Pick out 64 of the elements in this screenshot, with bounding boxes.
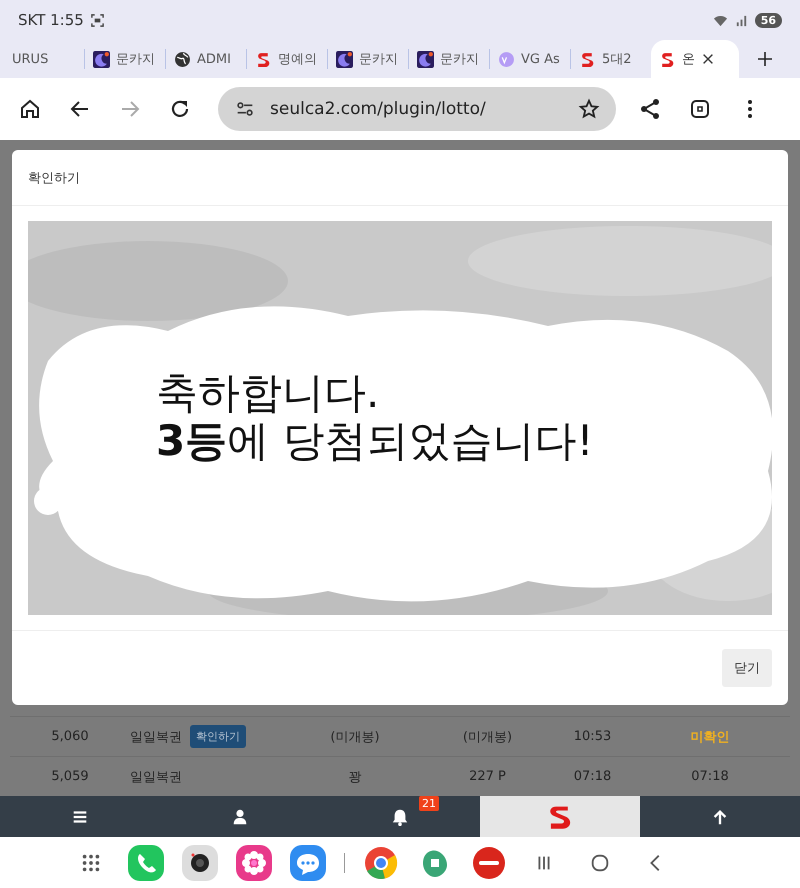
status-text: 미확인 — [690, 728, 730, 746]
vg-logo-icon — [498, 50, 515, 68]
moon-icon — [93, 50, 110, 68]
tab-label: 명예의 — [278, 51, 317, 68]
messages-app-icon[interactable] — [290, 844, 326, 880]
s-logo-icon — [255, 50, 272, 68]
table-cell-text: (미개봉) — [462, 728, 514, 746]
browser-app-icon[interactable] — [363, 844, 399, 880]
globe-icon — [174, 50, 191, 68]
tab-label: 5대2 — [602, 51, 632, 68]
shopping-app-icon[interactable] — [471, 844, 507, 880]
bell-icon — [391, 808, 409, 826]
s-logo-icon — [579, 50, 596, 68]
browser-tab[interactable]: 5대2 — [571, 40, 651, 78]
nav-tab[interactable] — [480, 796, 640, 837]
check-button[interactable]: 확인하기 — [190, 725, 246, 748]
close-icon[interactable] — [701, 52, 715, 66]
browser-tab[interactable]: 문카지 — [328, 40, 408, 78]
browser-tab[interactable]: 문카지 — [85, 40, 165, 78]
close-button[interactable]: 닫기 — [722, 649, 772, 687]
notification-badge: 21 — [419, 796, 439, 810]
table-cell-text: 5,059 — [50, 769, 90, 784]
browser-tab[interactable]: 명예의 — [247, 40, 327, 78]
battery-indicator: 56 — [754, 12, 782, 28]
table-cell-text: 일일복권 — [130, 728, 182, 746]
tab-label: 온 — [682, 51, 695, 68]
browser-tab[interactable]: ADMI — [166, 40, 246, 78]
address-bar[interactable]: seulca2.com/plugin/lotto/ — [218, 87, 616, 131]
table-cell-text: 10:53 — [572, 729, 612, 744]
gallery-app-icon[interactable] — [236, 844, 272, 880]
tab-label: 문카지 — [440, 51, 479, 68]
tab-label: 문카지 — [359, 51, 398, 68]
browser-tab[interactable]: VG As — [490, 40, 570, 78]
table-cell-text: 07:18 — [572, 769, 612, 784]
tab-switcher-icon[interactable] — [688, 97, 712, 121]
table-cell-text: 일일복권 — [130, 768, 182, 786]
new-tab-icon[interactable] — [757, 51, 773, 67]
screenshot-icon — [90, 12, 105, 28]
share-icon[interactable] — [638, 97, 662, 121]
browser-tab[interactable]: URUS — [4, 40, 84, 78]
user-icon — [231, 808, 249, 826]
table-cell-text: (미개봉) — [329, 728, 381, 746]
tab-label: 문카지 — [116, 51, 155, 68]
table-cell-text: 227 P — [468, 769, 507, 784]
tab-label: URUS — [12, 52, 48, 66]
s-logo-icon — [659, 50, 676, 68]
status-text: 07:18 — [690, 769, 730, 784]
tab-label: VG As — [521, 52, 560, 66]
message-text: 축하합니다. — [156, 369, 380, 417]
status-time: SKT 1:55 — [18, 11, 84, 29]
message-text: 3등에 당첨되었습니다! — [156, 417, 594, 465]
table-cell-text: 꽝 — [348, 768, 362, 786]
tab-label: ADMI — [197, 52, 231, 66]
home-icon[interactable] — [18, 97, 42, 121]
table-cell-text: 5,060 — [50, 729, 90, 744]
up-arrow-icon — [711, 808, 729, 826]
star-icon[interactable] — [578, 98, 600, 120]
browser-tab[interactable]: 문카지 — [409, 40, 489, 78]
nav-tab[interactable]: 21 — [320, 796, 480, 837]
moon-icon — [336, 50, 353, 68]
modal-title: 확인하기 — [28, 170, 80, 186]
browser-tab[interactable]: 온 — [651, 40, 739, 78]
camera-app-icon[interactable] — [182, 844, 218, 880]
moon-icon — [417, 50, 434, 68]
